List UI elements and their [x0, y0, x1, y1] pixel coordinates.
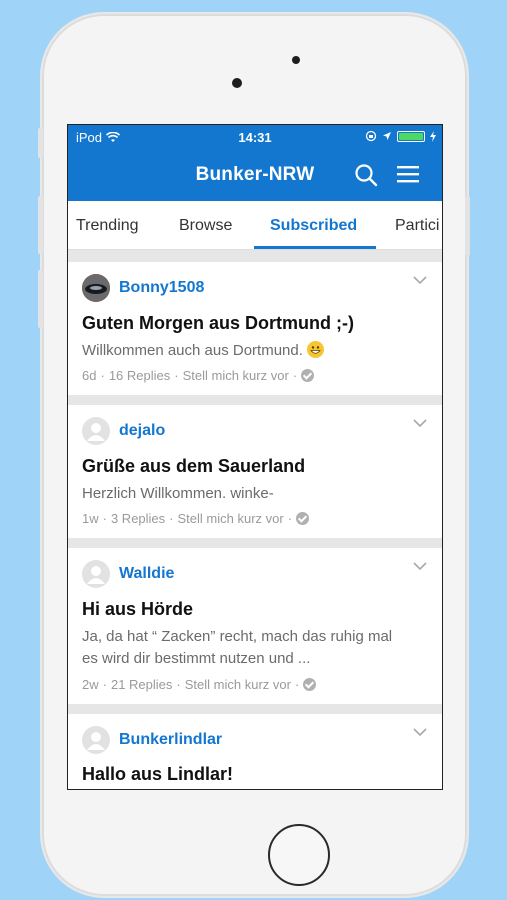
avatar [82, 726, 110, 754]
earpiece-sensor [232, 78, 242, 88]
hamburger-menu-icon[interactable] [397, 165, 419, 183]
username[interactable]: Bunkerlindlar [119, 731, 222, 749]
home-button[interactable] [268, 824, 330, 886]
topic-card[interactable]: Bunkerlindlar Hallo aus Lindlar! [68, 714, 442, 789]
chevron-down-icon[interactable] [413, 276, 427, 285]
topic-title[interactable]: Hi aus Hörde [82, 599, 193, 620]
search-icon[interactable] [354, 163, 378, 187]
username[interactable]: Bonny1508 [119, 279, 204, 297]
topic-card[interactable]: Walldie Hi aus Hörde Ja, da hat “ Zacken… [68, 548, 442, 704]
topic-meta: 2w · 21 Replies · Stell mich kurz vor · [82, 677, 317, 692]
front-camera [292, 56, 300, 64]
topic-category[interactable]: Stell mich kurz vor [178, 511, 284, 526]
reply-count: 21 Replies [110, 677, 173, 692]
app-screen: iPod 14:31 Bunker-NRW Trending Browse Su… [67, 124, 443, 790]
avatar [82, 274, 110, 302]
topic-category[interactable]: Stell mich kurz vor [183, 368, 289, 383]
tab-bar: Trending Browse Subscribed Partici [68, 201, 442, 250]
topic-card[interactable]: Bonny1508 Guten Morgen aus Dortmund ;-) … [68, 262, 442, 395]
chevron-down-icon[interactable] [413, 419, 427, 428]
rotation-lock-icon [365, 130, 377, 142]
tab-trending[interactable]: Trending [76, 217, 139, 235]
subscribed-check-icon [303, 678, 317, 691]
topic-category[interactable]: Stell mich kurz vor [185, 677, 291, 692]
power-button [465, 196, 470, 256]
charging-icon [430, 130, 436, 142]
volume-down-button [38, 270, 43, 328]
topic-title[interactable]: Hallo aus Lindlar! [82, 764, 233, 785]
reply-count: 3 Replies [110, 511, 166, 526]
forum-title: Bunker-NRW [195, 164, 315, 185]
app-header: Bunker-NRW [68, 149, 442, 201]
mute-switch [38, 128, 43, 158]
topic-excerpt: Ja, da hat “ Zacken” recht, mach das ruh… [82, 628, 393, 667]
tab-participated[interactable]: Partici [395, 217, 439, 235]
subscribed-check-icon [296, 512, 310, 525]
chevron-down-icon[interactable] [413, 728, 427, 737]
topic-excerpt: Willkommen auch aus Dortmund. [82, 340, 412, 362]
topic-age: 2w [82, 677, 99, 692]
topic-meta: 1w · 3 Replies · Stell mich kurz vor · [82, 511, 310, 526]
username[interactable]: Walldie [119, 565, 174, 583]
avatar [82, 417, 110, 445]
active-tab-indicator [254, 246, 376, 249]
topic-age: 1w [82, 511, 99, 526]
topic-card[interactable]: dejalo Grüße aus dem Sauerland Herzlich … [68, 405, 442, 538]
battery-icon [397, 130, 425, 142]
topic-age: 6d [82, 368, 97, 383]
volume-up-button [38, 196, 43, 254]
reply-count: 16 Replies [108, 368, 171, 383]
tab-subscribed[interactable]: Subscribed [270, 217, 357, 235]
topic-excerpt: Herzlich Willkommen. winke- [82, 485, 274, 502]
excerpt-text: Willkommen auch aus Dortmund. [82, 342, 303, 359]
status-bar: iPod 14:31 [68, 125, 442, 149]
subscribed-check-icon [301, 369, 315, 382]
avatar [82, 560, 110, 588]
grinning-emoji-icon [307, 341, 325, 358]
topic-title[interactable]: Guten Morgen aus Dortmund ;-) [82, 313, 354, 334]
topic-title[interactable]: Grüße aus dem Sauerland [82, 456, 305, 477]
username[interactable]: dejalo [119, 422, 165, 440]
topic-meta: 6d · 16 Replies · Stell mich kurz vor · [82, 368, 315, 383]
tab-browse[interactable]: Browse [179, 217, 232, 235]
location-icon [383, 132, 391, 140]
chevron-down-icon[interactable] [413, 562, 427, 571]
